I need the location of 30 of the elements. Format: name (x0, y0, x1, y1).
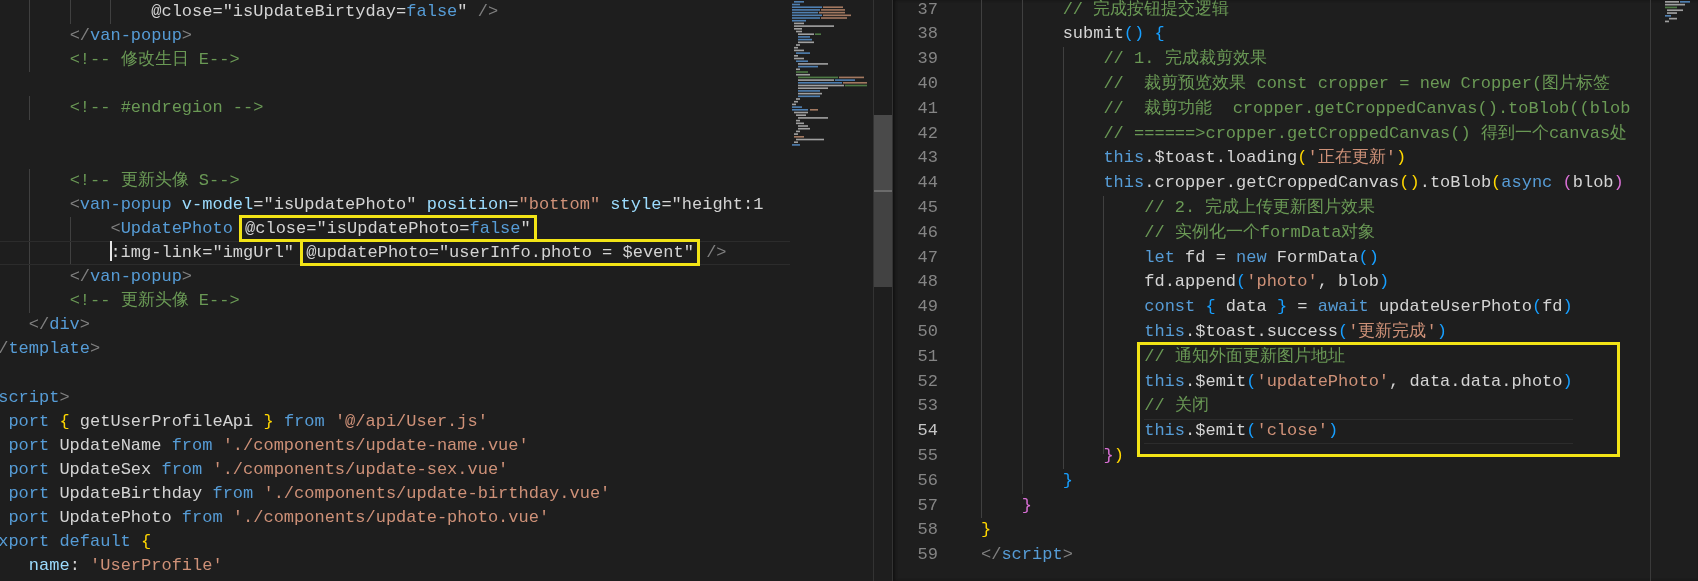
line-number: 39 (916, 48, 938, 71)
line-number: 38 (916, 23, 938, 46)
line-number: 57 (916, 494, 938, 517)
line-number: 58 (916, 519, 938, 542)
code-line: } (981, 519, 993, 542)
code-line: </script> (981, 544, 1074, 567)
code-line: this.$emit('close') (1144, 419, 1573, 444)
line-number: 49 (916, 296, 938, 319)
line-number: 41 (916, 97, 938, 120)
line-number: 54 (916, 420, 938, 443)
line-number: 56 (916, 469, 938, 492)
line-number: 59 (916, 544, 938, 567)
line-number: 46 (916, 221, 938, 244)
code-line: // 通知外面更新图片地址 (1144, 345, 1346, 368)
line-number: 47 (916, 246, 938, 269)
line-number: 37 (916, 0, 938, 21)
line-number: 52 (916, 370, 938, 393)
line-number: 51 (916, 345, 938, 368)
line-number: 55 (916, 444, 938, 467)
line-number: 50 (916, 320, 938, 343)
line-number: 43 (916, 147, 938, 170)
line-number: 44 (916, 172, 938, 195)
line-number: 53 (916, 395, 938, 418)
line-number: 45 (916, 197, 938, 219)
code-line: // 关闭 (1144, 395, 1210, 418)
code-line: this.$emit('updatePhoto', data.data.photo) (1144, 370, 1573, 393)
line-number: 48 (916, 271, 938, 294)
line-number: 42 (916, 122, 938, 145)
line-number: 40 (916, 73, 938, 95)
scrollbar-thumb[interactable] (874, 115, 892, 287)
